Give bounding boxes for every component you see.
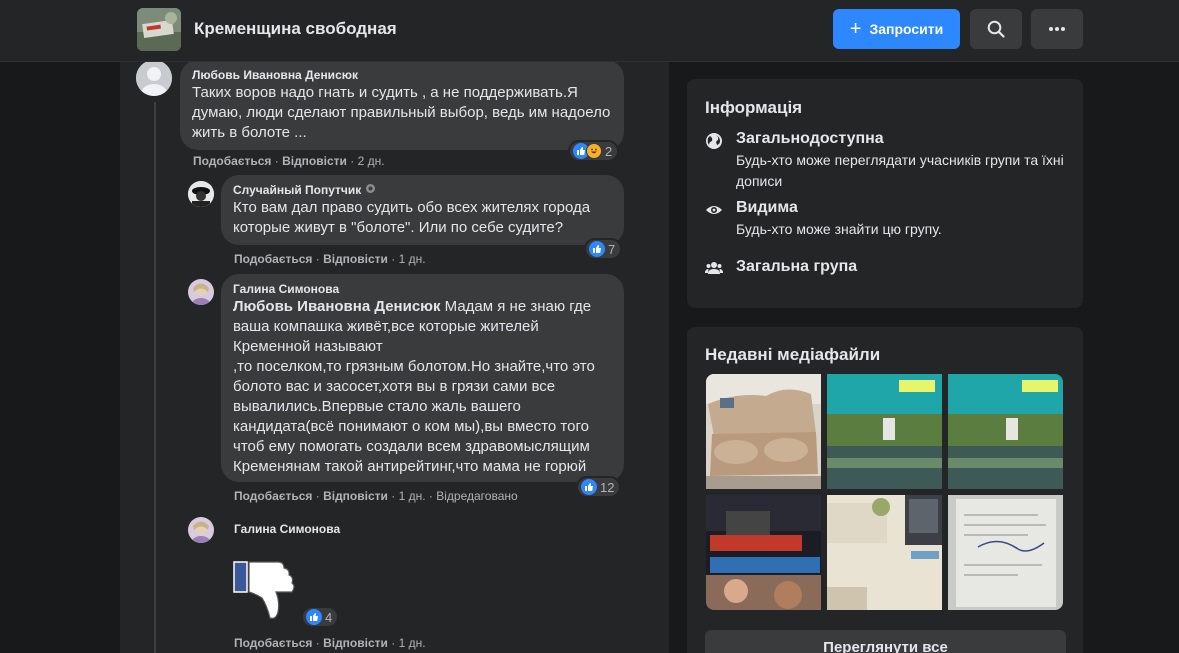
like-link[interactable]: Подобається — [234, 489, 312, 503]
comment-text: Таких воров надо гнать и судить , а не п… — [192, 84, 611, 141]
haha-reaction-icon — [586, 143, 602, 159]
reaction-counter[interactable]: 12 — [576, 476, 622, 498]
edited-label[interactable]: Відредаговано — [436, 489, 517, 503]
reaction-count: 12 — [600, 479, 615, 495]
comment-actions: Подобається · Відповісти · 1 дн. — [234, 252, 426, 266]
comment-actions: Подобається · Відповісти · 1 дн. · Відре… — [234, 489, 518, 503]
info-card: Інформація Загальнодоступна Будь-хто мож… — [687, 79, 1083, 308]
info-title: Інформація — [705, 98, 803, 117]
media-thumbnail[interactable] — [706, 495, 821, 610]
mention-link[interactable]: Любовь Ивановна Денисюк — [233, 298, 441, 315]
comment-time[interactable]: 1 дн. — [399, 489, 426, 503]
like-reaction-icon — [306, 609, 322, 625]
like-link[interactable]: Подобається — [234, 252, 312, 266]
comment-actions: Подобається · Відповісти · 1 дн. — [234, 636, 426, 650]
comment-author[interactable]: Галина Симонова — [233, 281, 612, 297]
avatar[interactable] — [188, 279, 214, 305]
privacy-heading: Загальнодоступна — [736, 130, 884, 147]
visibility-description: Будь-хто може знайти цю групу. — [736, 221, 942, 237]
reply-link[interactable]: Відповісти — [323, 252, 388, 266]
like-reaction-icon — [589, 241, 605, 257]
visibility-heading: Видима — [736, 199, 798, 216]
media-thumbnail[interactable] — [948, 495, 1063, 610]
plus-icon: + — [849, 18, 862, 40]
avatar[interactable] — [188, 181, 214, 207]
comment-author[interactable]: Любовь Ивановна Денисюк — [192, 67, 612, 83]
comment-bubble: Любовь Ивановна Денисюк Таких воров надо… — [180, 62, 624, 150]
comment-text: Кто вам дал право судить обо всех жителя… — [233, 199, 591, 236]
reaction-count: 2 — [605, 143, 613, 159]
comment-author[interactable]: Галина Симонова — [234, 521, 340, 537]
comment-actions: Подобається · Відповісти · 2 дн. — [193, 154, 385, 168]
media-thumbnail[interactable] — [706, 374, 821, 489]
reply-link[interactable]: Відповісти — [323, 489, 388, 503]
more-options-button[interactable] — [1031, 9, 1083, 49]
thumbs-down-sticker — [232, 556, 302, 626]
comment-time[interactable]: 2 дн. — [358, 154, 385, 168]
comments-feed: Любовь Ивановна Денисюк Таких воров надо… — [120, 62, 669, 653]
eye-icon — [704, 200, 724, 220]
comment-time[interactable]: 1 дн. — [399, 252, 426, 266]
like-reaction-icon — [581, 479, 597, 495]
reaction-counter[interactable]: 4 — [301, 606, 340, 628]
see-all-media-button[interactable]: Переглянути все — [705, 630, 1066, 653]
group-type-heading: Загальна група — [736, 258, 858, 275]
avatar[interactable] — [188, 517, 214, 543]
people-icon — [704, 258, 724, 278]
reply-link[interactable]: Відповісти — [323, 636, 388, 650]
media-thumbnail[interactable] — [948, 374, 1063, 489]
comment-body: Мадам я не знаю где ваша компашка живёт,… — [233, 298, 595, 475]
request-join-label: Запросити — [869, 21, 944, 37]
reaction-counter[interactable]: 2 — [568, 140, 620, 162]
globe-icon — [704, 131, 724, 151]
comment-bubble: Случайный Попутчик Кто вам дал право суд… — [221, 175, 624, 245]
more-icon — [1049, 27, 1065, 31]
like-link[interactable]: Подобається — [234, 636, 312, 650]
thread-line — [154, 102, 156, 653]
badge-icon — [365, 183, 376, 197]
media-thumbnail[interactable] — [827, 374, 942, 489]
comment-time[interactable]: 1 дн. — [399, 636, 426, 650]
reaction-counter[interactable]: 7 — [584, 238, 623, 260]
search-icon — [987, 20, 1005, 38]
comment-author: Случайный Попутчик — [233, 182, 612, 198]
group-cover-thumbnail[interactable] — [137, 8, 181, 51]
group-name[interactable]: Кременщина свободная — [194, 19, 397, 39]
comment-author-name[interactable]: Случайный Попутчик — [233, 183, 361, 197]
request-join-button[interactable]: + Запросити — [833, 9, 960, 49]
like-link[interactable]: Подобається — [193, 154, 271, 168]
reaction-count: 7 — [608, 241, 616, 257]
privacy-description: Будь-хто може переглядати учасників груп… — [736, 152, 1064, 189]
comment-text: Любовь Ивановна Денисюк Мадам я не знаю … — [233, 297, 612, 477]
media-thumbnail[interactable] — [827, 495, 942, 610]
search-button[interactable] — [970, 9, 1022, 49]
comment-bubble: Галина Симонова Любовь Ивановна Денисюк … — [221, 274, 624, 482]
top-bar: Кременщина свободная + Запросити — [0, 0, 1179, 62]
reply-link[interactable]: Відповісти — [282, 154, 347, 168]
media-title: Недавні медіафайли — [705, 345, 881, 364]
reaction-count: 4 — [325, 609, 333, 625]
avatar[interactable] — [136, 62, 172, 96]
